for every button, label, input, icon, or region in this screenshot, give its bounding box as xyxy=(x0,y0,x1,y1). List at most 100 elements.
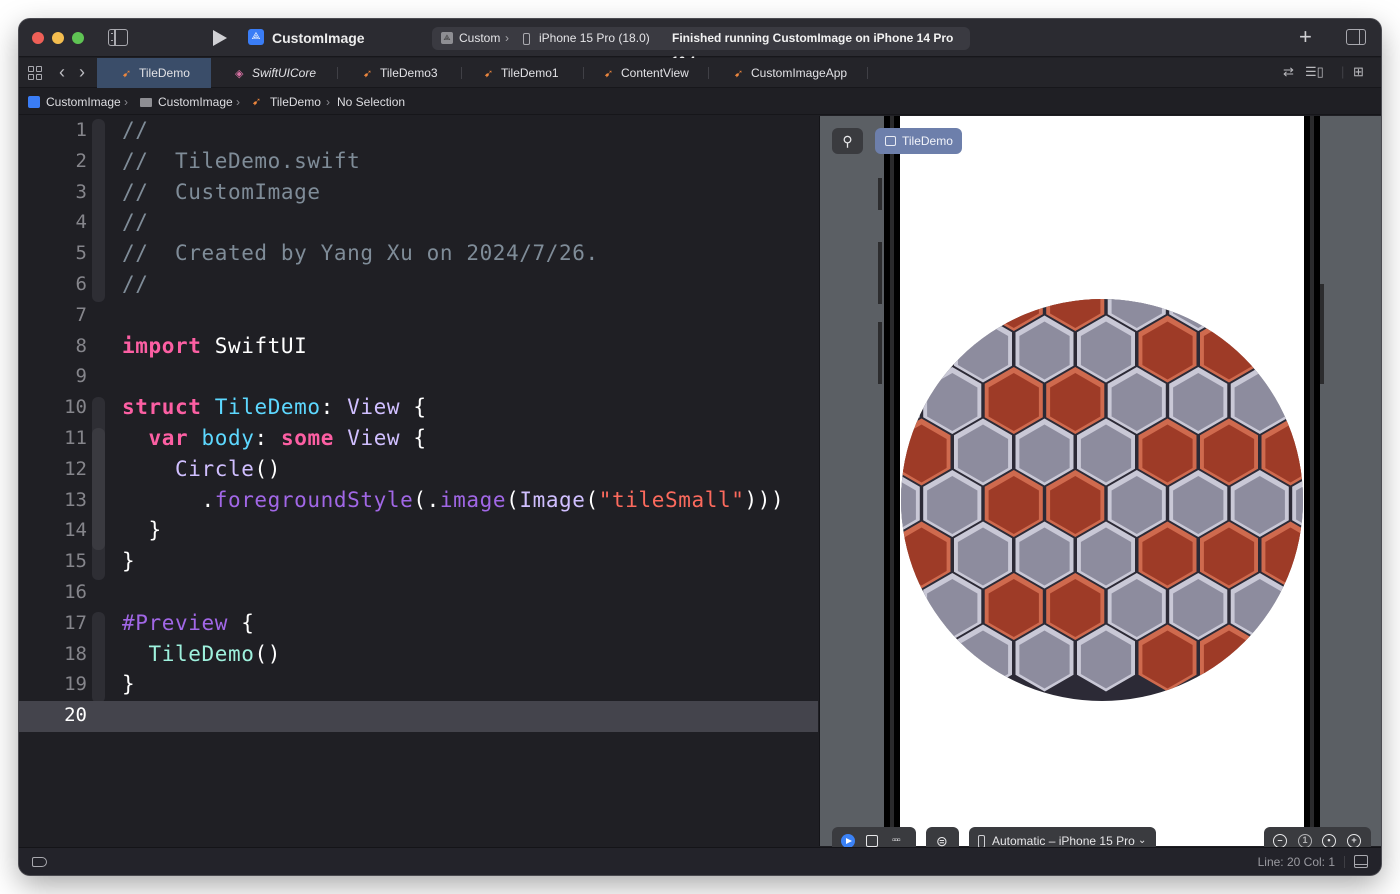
code-line[interactable]: 12 Circle() xyxy=(19,455,818,486)
code-token: import xyxy=(122,333,202,358)
swift-icon: ➹ xyxy=(604,68,614,80)
code-token: ( xyxy=(506,487,520,512)
line-number[interactable]: 9 xyxy=(27,365,87,387)
zoom-out-icon[interactable]: – xyxy=(1273,834,1287,848)
line-number[interactable]: 12 xyxy=(27,458,87,480)
debug-area-toggle-icon[interactable] xyxy=(32,857,47,867)
run-destination-selector[interactable]: iPhone 15 Pro (18.0) xyxy=(539,27,650,50)
live-preview-icon[interactable] xyxy=(841,834,855,848)
line-number[interactable]: 15 xyxy=(27,550,87,572)
preview-selector-tiledemo[interactable]: TileDemo xyxy=(875,128,962,154)
selectable-mode-icon[interactable] xyxy=(866,835,878,847)
code-line[interactable]: 14 } xyxy=(19,516,818,547)
line-number[interactable]: 5 xyxy=(27,242,87,264)
breadcrumb-selection[interactable]: No Selection xyxy=(337,89,405,115)
code-line[interactable]: 10 struct TileDemo: View { xyxy=(19,393,818,424)
code-line[interactable]: 16 xyxy=(19,578,818,609)
tab-tiledemo1[interactable]: ➹ TileDemo1 xyxy=(462,58,583,88)
editor-options-icon[interactable]: ☰▯ xyxy=(1305,64,1324,80)
related-items-grid-icon[interactable] xyxy=(28,66,42,80)
line-number[interactable]: 11 xyxy=(27,427,87,449)
code-line[interactable]: 3 // CustomImage xyxy=(19,178,818,209)
code-line[interactable]: 11 var body: some View { xyxy=(19,424,818,455)
close-window-button[interactable] xyxy=(32,32,44,44)
code-line[interactable]: 5 // Created by Yang Xu on 2024/7/26. xyxy=(19,239,818,270)
code-line[interactable]: 6 // xyxy=(19,270,818,301)
tab-tiledemo3[interactable]: ➹ TileDemo3 xyxy=(338,58,461,88)
line-number[interactable]: 2 xyxy=(27,150,87,172)
breadcrumb-project[interactable]: CustomImage xyxy=(46,89,121,115)
chevron-right-icon[interactable]: › xyxy=(79,62,85,83)
code-text: // xyxy=(122,272,149,296)
code-line[interactable]: 1 // xyxy=(19,116,818,147)
show-debug-area-icon[interactable] xyxy=(1354,855,1368,868)
preview-icon xyxy=(885,136,896,146)
zoom-100-icon[interactable]: 1 xyxy=(1298,834,1312,848)
tab-swiftuicore[interactable]: ◈ SwiftUICore xyxy=(211,58,337,88)
brick-tile-face xyxy=(1142,219,1192,277)
activity-status-bar[interactable]: ⟁ Custom › iPhone 15 Pro (18.0) Finished… xyxy=(432,27,970,68)
run-button[interactable] xyxy=(213,30,227,46)
tab-tiledemo[interactable]: ➹ TileDemo xyxy=(97,58,211,88)
code-line[interactable]: 8 import SwiftUI xyxy=(19,332,818,363)
line-number[interactable]: 3 xyxy=(27,181,87,203)
add-editor-icon[interactable]: ⊞ xyxy=(1353,64,1364,80)
code-line[interactable]: 19} xyxy=(19,670,818,701)
inspector-toggle-icon[interactable] xyxy=(1346,29,1366,45)
source-editor[interactable]: 1//2// TileDemo.swift 3// CustomImage 4//5… xyxy=(19,116,818,846)
line-number[interactable]: 14 xyxy=(27,519,87,541)
line-number[interactable]: 1 xyxy=(27,119,87,141)
status-bar: Line: 20 Col: 1 xyxy=(19,847,1381,875)
line-number[interactable]: 8 xyxy=(27,335,87,357)
brick-tile xyxy=(1261,624,1303,692)
line-number[interactable]: 7 xyxy=(27,304,87,326)
stone-tile-face xyxy=(901,579,916,637)
code-line[interactable]: 2 // TileDemo.swift xyxy=(19,147,818,178)
code-line[interactable]: 7 xyxy=(19,301,818,332)
line-number[interactable]: 13 xyxy=(27,489,87,511)
line-number[interactable]: 10 xyxy=(27,396,87,418)
stone-tile-face xyxy=(1296,373,1303,431)
breadcrumb-group[interactable]: CustomImage xyxy=(158,89,233,115)
zoom-to-fit-icon[interactable]: • xyxy=(1322,834,1336,848)
stone-tile xyxy=(901,573,920,640)
code-line[interactable]: 17 #Preview { xyxy=(19,609,818,640)
line-number[interactable]: 4 xyxy=(27,211,87,233)
code-token: // xyxy=(122,272,149,296)
code-line[interactable]: 4 // xyxy=(19,208,818,239)
code-line[interactable]: 15} xyxy=(19,547,818,578)
swap-arrows-icon[interactable]: ⇄ xyxy=(1283,64,1294,80)
breadcrumb-file[interactable]: TileDemo xyxy=(270,89,321,115)
code-line[interactable]: 20 xyxy=(19,701,818,733)
line-number[interactable]: 6 xyxy=(27,273,87,295)
code-text: } xyxy=(122,518,162,542)
pin-preview-button[interactable]: ⚲ xyxy=(832,128,863,154)
scheme-selector[interactable]: Custom xyxy=(459,27,500,50)
code-token: Image xyxy=(519,487,586,512)
tab-customimageapp[interactable]: ➹ CustomImageApp xyxy=(709,58,867,88)
preview-canvas[interactable]: ⚲ TileDemo ▫▫▫ ⊜ Automatic – iPhone 15 P… xyxy=(819,116,1381,855)
navigator-toggle-icon[interactable] xyxy=(108,29,128,46)
code-line[interactable]: 13 .foregroundStyle(.image(Image("tileSm… xyxy=(19,486,818,517)
line-number[interactable]: 16 xyxy=(27,581,87,603)
brick-tile-face xyxy=(1265,219,1304,277)
line-number[interactable]: 19 xyxy=(27,673,87,695)
code-line[interactable]: 18 TileDemo() xyxy=(19,640,818,671)
line-number[interactable]: 17 xyxy=(27,612,87,634)
code-line[interactable]: 9 xyxy=(19,362,818,393)
zoom-in-icon[interactable]: + xyxy=(1347,834,1361,848)
add-library-button[interactable]: + xyxy=(1299,25,1312,49)
editor-options: ⇄ ☰▯ | ⊞ xyxy=(1283,64,1373,82)
minimize-window-button[interactable] xyxy=(52,32,64,44)
tab-contentview[interactable]: ➹ ContentView xyxy=(584,58,708,88)
zoom-window-button[interactable] xyxy=(72,32,84,44)
chevron-left-icon[interactable]: ‹ xyxy=(59,62,65,83)
swift-icon: ➹ xyxy=(484,68,494,80)
stone-tile xyxy=(900,161,920,228)
brick-tile xyxy=(985,161,1043,228)
line-number[interactable]: 18 xyxy=(27,643,87,665)
code-token: SwiftUI xyxy=(201,333,308,358)
brick-tile xyxy=(900,213,951,280)
line-number[interactable]: 20 xyxy=(27,704,87,726)
